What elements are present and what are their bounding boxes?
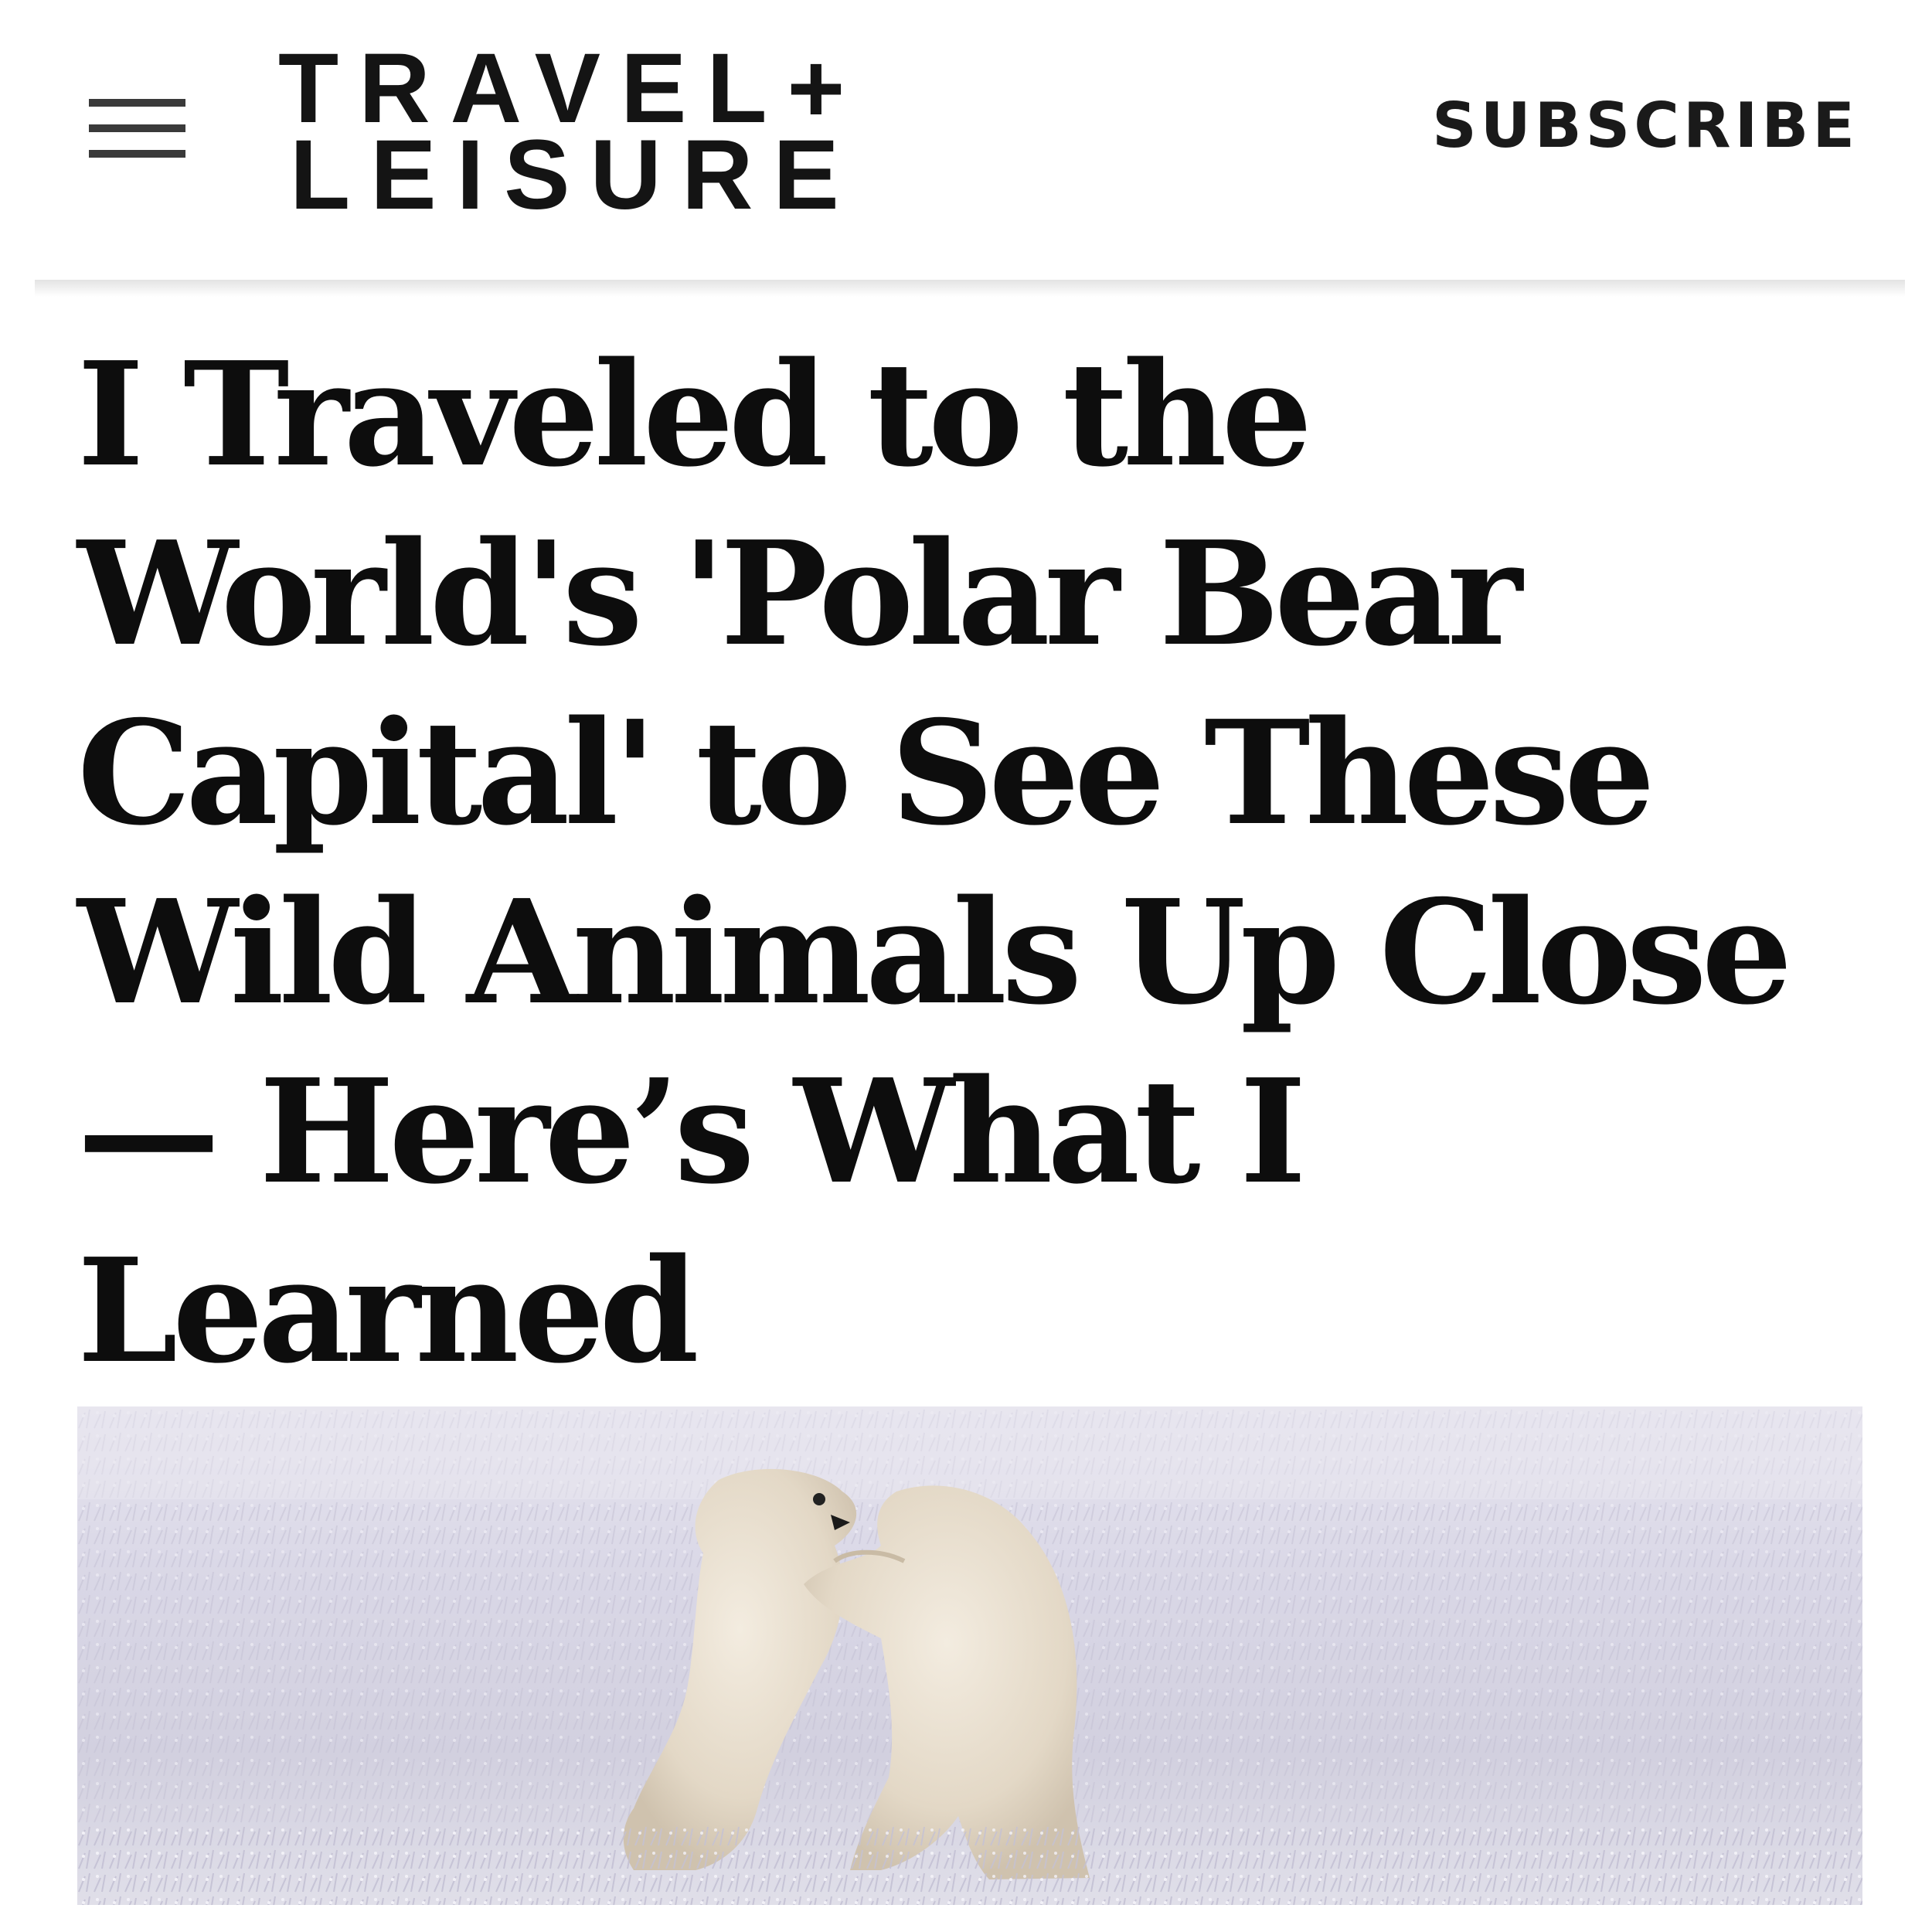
polar-bears-illustration bbox=[77, 1406, 1862, 1905]
hamburger-menu-icon[interactable] bbox=[89, 99, 185, 161]
menu-bar-top bbox=[89, 99, 185, 107]
menu-bar-middle bbox=[89, 124, 185, 132]
site-header: TRAVEL+ LEISURE SUBSCRIBE bbox=[0, 0, 1932, 278]
subscribe-link[interactable]: SUBSCRIBE bbox=[1432, 91, 1859, 161]
header-divider bbox=[35, 280, 1905, 297]
article-headline: I Traveled to the World's 'Polar Bear Ca… bbox=[77, 330, 1792, 1395]
menu-bar-bottom bbox=[89, 150, 185, 158]
travel-leisure-logo[interactable]: TRAVEL+ LEISURE bbox=[278, 39, 974, 228]
hero-image-polar-bears bbox=[77, 1406, 1862, 1905]
logo-line-2: LEISURE bbox=[290, 120, 859, 230]
